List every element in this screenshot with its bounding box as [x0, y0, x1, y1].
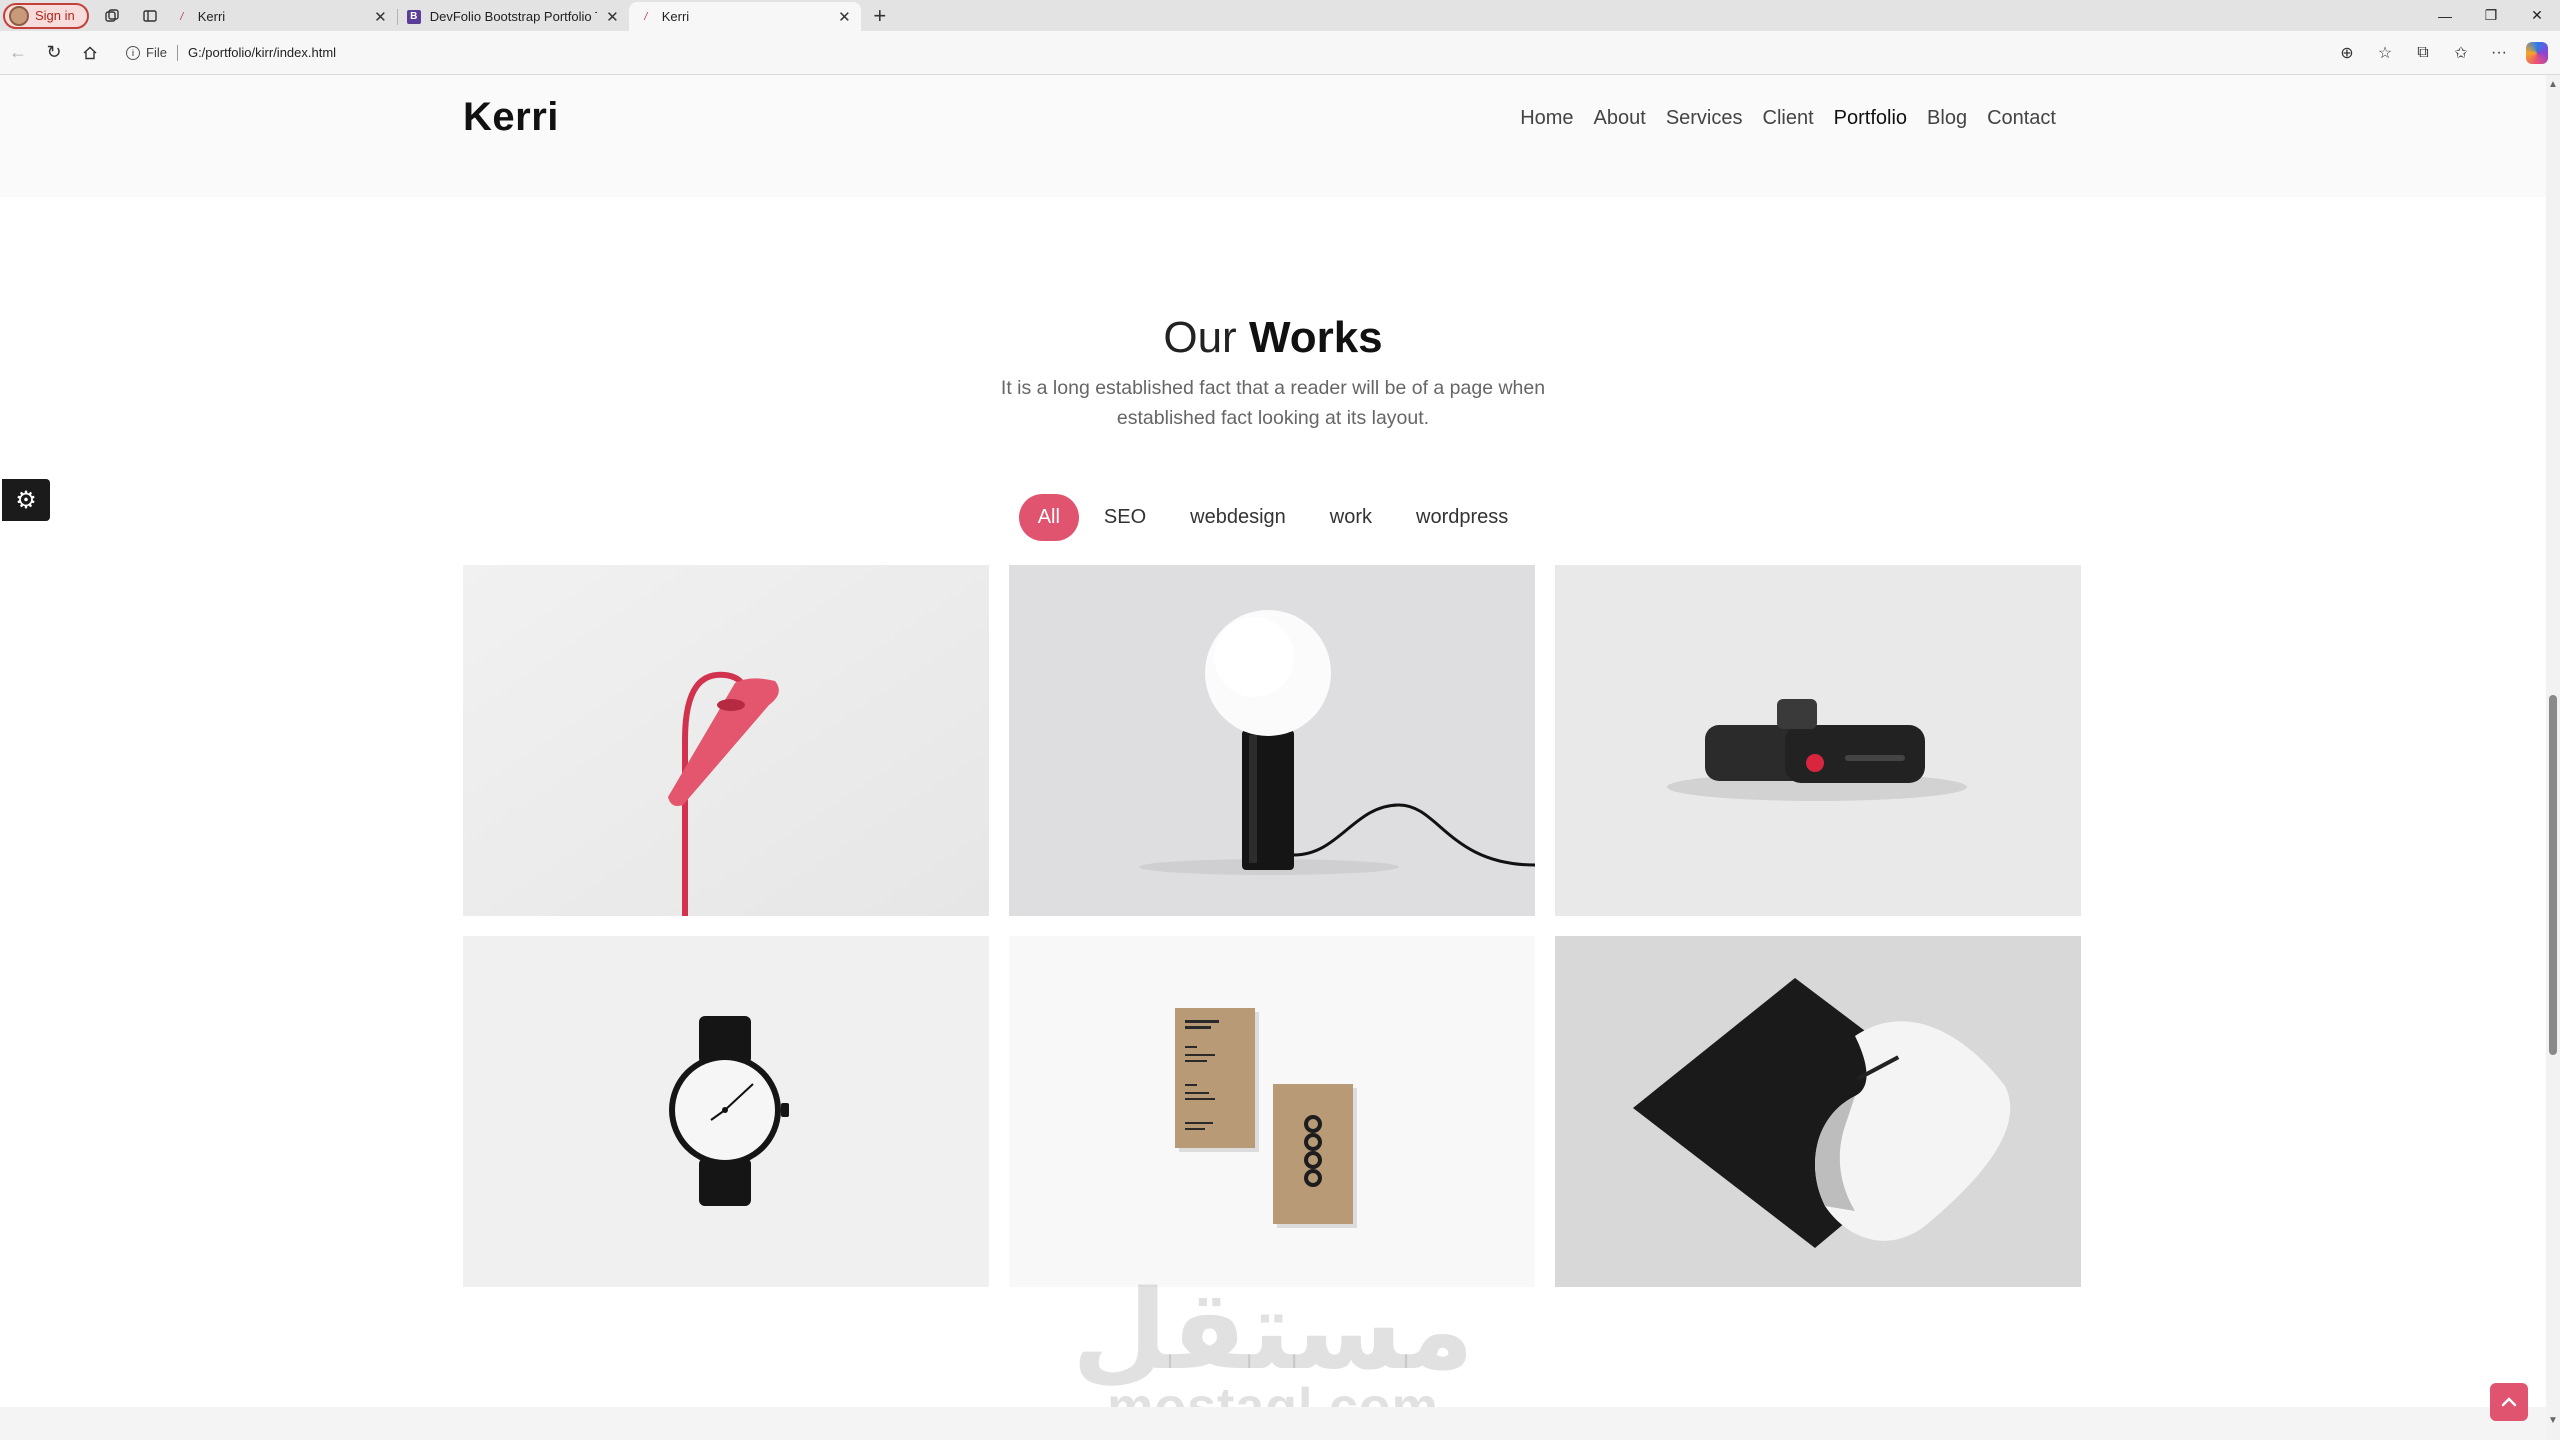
site-logo[interactable]: Kerri: [463, 95, 559, 140]
reload-icon[interactable]: ↻: [36, 35, 72, 71]
nav-portfolio[interactable]: Portfolio: [1834, 107, 1907, 130]
chevron-up-icon: [2501, 1397, 2517, 1407]
profile-avatar: [9, 5, 29, 26]
browser-tab-kerri-active[interactable]: / Kerri ✕: [628, 2, 861, 31]
red-desk-lamp-image: [463, 565, 989, 916]
close-tab-icon[interactable]: ✕: [606, 8, 619, 26]
browser-tab-devfolio[interactable]: B DevFolio Bootstrap Portfolio Template …: [396, 2, 629, 31]
wrist-watch-image: [463, 936, 989, 1287]
portfolio-item-letter-envelope[interactable]: [1555, 936, 2081, 1287]
page-scrollbar[interactable]: ▲ ▼: [2546, 75, 2560, 1440]
restore-icon[interactable]: ❐: [2468, 0, 2514, 31]
section-title: Our Works: [0, 313, 2546, 363]
portfolio-item-red-desk-lamp[interactable]: [463, 565, 989, 916]
next-section-edge: [0, 1407, 2546, 1440]
close-tab-icon[interactable]: ✕: [838, 8, 851, 26]
browser-toolbar: ← ↻ i File G:/portfolio/kirr/index.html …: [0, 31, 2560, 75]
new-tab-icon[interactable]: +: [865, 1, 895, 31]
nav-services[interactable]: Services: [1666, 107, 1743, 130]
tab-title: Kerri: [661, 9, 690, 24]
black-camera-image: [1555, 565, 2081, 916]
page-viewport: Kerri Home About Services Client Portfol…: [0, 75, 2546, 1440]
zoom-icon[interactable]: ⊕: [2330, 36, 2364, 70]
filter-webdesign[interactable]: webdesign: [1171, 494, 1305, 541]
extensions-icon[interactable]: ⧉: [2406, 36, 2440, 70]
globe-lamp-image: [1009, 565, 1535, 916]
more-menu-icon[interactable]: ···: [2482, 36, 2516, 70]
signin-button[interactable]: Sign in: [3, 2, 89, 29]
portfolio-filters: All SEO webdesign work wordpress: [0, 494, 2546, 541]
site-header: Kerri Home About Services Client Portfol…: [0, 75, 2546, 197]
minimize-icon[interactable]: —: [2422, 0, 2468, 31]
kerri-favicon-icon: /: [180, 10, 184, 23]
nav-home[interactable]: Home: [1520, 107, 1573, 130]
favorites-icon[interactable]: ✩: [2444, 36, 2478, 70]
address-bar[interactable]: i File G:/portfolio/kirr/index.html: [116, 38, 2322, 68]
back-icon[interactable]: ←: [0, 35, 36, 71]
scheme-label: File: [146, 45, 167, 60]
scroll-up-arrow-icon[interactable]: ▲: [2548, 79, 2558, 90]
home-icon[interactable]: [72, 35, 108, 71]
favorite-star-icon[interactable]: ☆: [2368, 36, 2402, 70]
scroll-down-arrow-icon[interactable]: ▼: [2548, 1415, 2558, 1426]
close-tab-icon[interactable]: ✕: [374, 8, 387, 26]
nav-contact[interactable]: Contact: [1987, 107, 2056, 130]
section-title-bold: Works: [1248, 313, 1383, 362]
letter-envelope-image: [1555, 936, 2081, 1287]
address-divider: [176, 44, 178, 61]
tab-actions-icon[interactable]: [135, 1, 165, 31]
site-info-icon[interactable]: i: [126, 45, 140, 60]
kerri-favicon-icon: /: [644, 10, 648, 23]
window-controls: — ❐ ✕: [2422, 0, 2560, 31]
portfolio-item-black-camera[interactable]: [1555, 565, 2081, 916]
business-cards-image: [1009, 936, 1535, 1287]
scrollbar-thumb[interactable]: [2549, 695, 2557, 1055]
nav-client[interactable]: Client: [1763, 107, 1814, 130]
section-title-light: Our: [1163, 313, 1237, 362]
portfolio-item-business-cards[interactable]: [1009, 936, 1535, 1287]
nav-blog[interactable]: Blog: [1927, 107, 1967, 130]
signin-label: Sign in: [35, 8, 75, 23]
portfolio-grid: [463, 565, 2082, 1287]
close-window-icon[interactable]: ✕: [2514, 0, 2560, 31]
nav-about[interactable]: About: [1594, 107, 1646, 130]
back-to-top-button[interactable]: [2490, 1383, 2528, 1421]
tab-title: Kerri: [197, 9, 226, 24]
toolbar-icons: ⊕ ☆ ⧉ ✩ ···: [2330, 36, 2554, 70]
section-subtitle: It is a long established fact that a rea…: [1000, 377, 1546, 429]
filter-seo[interactable]: SEO: [1085, 494, 1165, 541]
filter-work[interactable]: work: [1311, 494, 1391, 541]
browser-tab-kerri[interactable]: / Kerri ✕: [165, 2, 397, 31]
browser-tabstrip: Sign in / Kerri ✕ B DevFolio Bootstrap P…: [0, 0, 2560, 31]
filter-all[interactable]: All: [1018, 494, 1079, 541]
filter-wordpress[interactable]: wordpress: [1397, 494, 1527, 541]
bootstrap-favicon-icon: B: [406, 9, 421, 24]
copilot-icon[interactable]: [2520, 36, 2554, 70]
watermark-arabic: مستقل: [1071, 1266, 1475, 1394]
tab-title: DevFolio Bootstrap Portfolio Template: [429, 9, 597, 24]
portfolio-item-globe-lamp[interactable]: [1009, 565, 1535, 916]
url-text[interactable]: G:/portfolio/kirr/index.html: [188, 45, 336, 60]
main-navigation: Home About Services Client Portfolio Blo…: [1520, 107, 2056, 130]
portfolio-item-wrist-watch[interactable]: [463, 936, 989, 1287]
workspaces-icon[interactable]: [97, 1, 127, 31]
